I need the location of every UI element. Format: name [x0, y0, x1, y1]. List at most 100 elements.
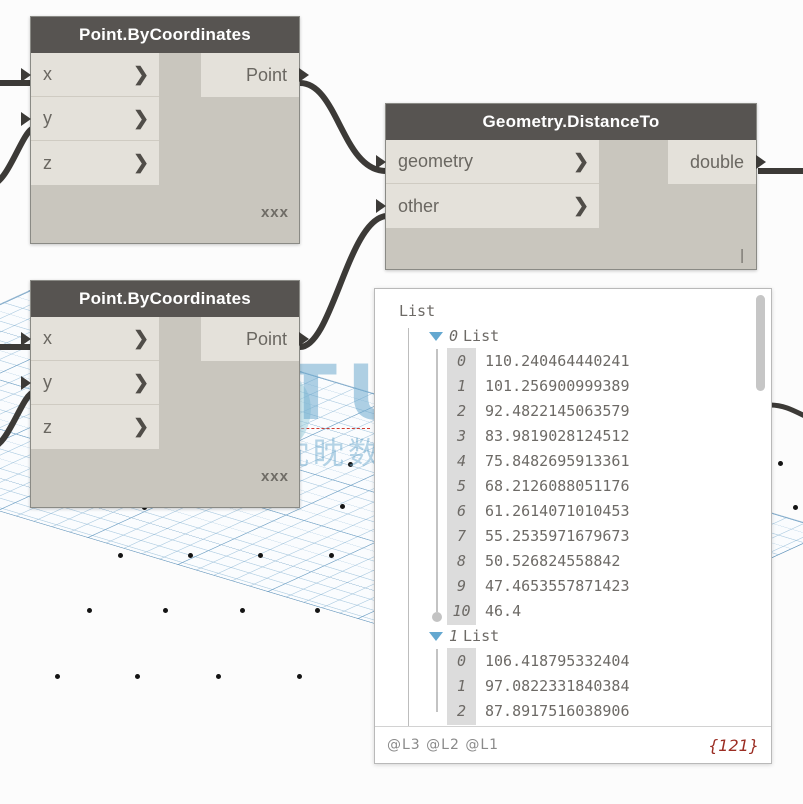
- list-item[interactable]: 3 83.9819028124512: [447, 423, 771, 450]
- list-item-index: 3: [447, 423, 476, 450]
- input-port-z[interactable]: z ❯: [31, 141, 159, 185]
- input-port-label: x: [43, 328, 52, 348]
- list-group-type: List: [463, 627, 500, 645]
- list-item[interactable]: 2 87.8917516038906: [447, 698, 771, 725]
- input-port-y[interactable]: y ❯: [21, 97, 159, 141]
- output-port-label: double: [689, 151, 744, 172]
- list-group-index: 1: [449, 627, 459, 645]
- list-item[interactable]: 2 92.4822145063579: [447, 398, 771, 425]
- geometry-point: [188, 553, 193, 558]
- input-port-geometry[interactable]: geometry ❯: [376, 140, 599, 184]
- list-group-index: 0: [449, 327, 459, 345]
- output-port-point[interactable]: Point: [201, 53, 309, 97]
- node-overflow-menu[interactable]: xxx: [261, 204, 289, 221]
- chevron-right-icon[interactable]: ❯: [133, 327, 149, 350]
- input-port-x[interactable]: x ❯: [21, 317, 159, 361]
- node-resize-handle[interactable]: |: [740, 247, 744, 264]
- node-title: Point.ByCoordinates: [31, 17, 299, 53]
- list-item-value: 47.4653557871423: [485, 577, 630, 595]
- list-item[interactable]: 1 97.0822331840384: [447, 673, 771, 700]
- list-count-badge: {121}: [708, 735, 759, 755]
- output-port-point[interactable]: Point: [201, 317, 309, 361]
- list-item[interactable]: 4 75.8482695913361: [447, 448, 771, 475]
- node-point-bycoordinates-2[interactable]: Point.ByCoordinates Point x ❯ y ❯ z ❯ xx…: [21, 280, 309, 508]
- list-item-value: 92.4822145063579: [485, 402, 630, 420]
- list-item-index: 9: [447, 573, 476, 600]
- geometry-point: [340, 504, 345, 509]
- node-geometry-distanceto[interactable]: Geometry.DistanceTo double geometry ❯ ot…: [376, 103, 766, 270]
- geometry-point: [348, 462, 353, 467]
- geometry-point: [55, 674, 60, 679]
- input-connector-nub[interactable]: [376, 199, 386, 213]
- chevron-right-icon[interactable]: ❯: [573, 150, 589, 173]
- list-group-header[interactable]: 1 List: [429, 624, 771, 649]
- node-body: double geometry ❯ other ❯ |: [376, 140, 766, 268]
- list-item-index: 0: [447, 348, 476, 375]
- list-levels-label[interactable]: @L3 @L2 @L1: [387, 737, 499, 753]
- list-item-index: 1: [447, 373, 476, 400]
- input-port-x[interactable]: x ❯: [21, 53, 159, 97]
- output-port-label: Point: [245, 64, 287, 85]
- output-connector-nub[interactable]: [299, 68, 309, 82]
- list-item[interactable]: 7 55.2535971679673: [447, 523, 771, 550]
- list-item-value: 97.0822331840384: [485, 677, 630, 695]
- geometry-point: [216, 674, 221, 679]
- node-overflow-menu[interactable]: xxx: [261, 468, 289, 485]
- list-group-type: List: [463, 327, 500, 345]
- node-footer: xxx: [31, 185, 299, 225]
- list-item-index: 10: [447, 598, 476, 625]
- triangle-down-icon[interactable]: [429, 332, 443, 341]
- input-connector-nub[interactable]: [21, 375, 31, 390]
- input-connector-nub[interactable]: [21, 67, 31, 82]
- list-item[interactable]: 0 106.418795332404: [447, 648, 771, 675]
- list-item-value: 101.256900999389: [485, 377, 630, 395]
- input-port-label: y: [43, 372, 52, 392]
- list-item-value: 83.9819028124512: [485, 427, 630, 445]
- list-item[interactable]: 5 68.2126088051176: [447, 473, 771, 500]
- geometry-point: [315, 608, 320, 613]
- list-preview-panel[interactable]: List 0 List 0 110.240464440241 1 101.25690…: [374, 288, 772, 764]
- list-item-index: 8: [447, 548, 476, 575]
- list-item[interactable]: 1 101.256900999389: [447, 373, 771, 400]
- list-item-index: 1: [447, 673, 476, 700]
- input-port-other[interactable]: other ❯: [376, 184, 599, 228]
- list-preview-body[interactable]: List 0 List 0 110.240464440241 1 101.25690…: [375, 289, 771, 726]
- geometry-point: [778, 461, 783, 466]
- list-item[interactable]: 10 46.4: [447, 598, 771, 625]
- list-group-header[interactable]: 0 List: [429, 324, 771, 349]
- chevron-right-icon[interactable]: ❯: [133, 63, 149, 86]
- chevron-right-icon[interactable]: ❯: [573, 195, 589, 218]
- input-connector-nub[interactable]: [21, 331, 31, 346]
- list-item-index: 2: [447, 698, 476, 725]
- list-item-value: 87.8917516038906: [485, 702, 630, 720]
- input-port-label: z: [43, 416, 52, 437]
- output-connector-nub[interactable]: [756, 155, 766, 169]
- list-item-value: 46.4: [485, 602, 522, 620]
- list-item[interactable]: 0 110.240464440241: [447, 348, 771, 375]
- list-root-label: List: [399, 302, 436, 320]
- chevron-right-icon[interactable]: ❯: [133, 107, 149, 130]
- chevron-right-icon[interactable]: ❯: [133, 152, 149, 175]
- node-point-bycoordinates-1[interactable]: Point.ByCoordinates Point x ❯ y ❯ z ❯ xx…: [21, 16, 309, 244]
- geometry-point: [329, 553, 334, 558]
- input-connector-nub[interactable]: [376, 154, 386, 169]
- input-connector-nub[interactable]: [21, 111, 31, 126]
- input-port-z[interactable]: z ❯: [31, 405, 159, 449]
- chevron-right-icon[interactable]: ❯: [133, 371, 149, 394]
- triangle-down-icon[interactable]: [429, 632, 443, 641]
- input-port-label: z: [43, 152, 52, 173]
- chevron-right-icon[interactable]: ❯: [133, 416, 149, 439]
- list-item-value: 55.2535971679673: [485, 527, 630, 545]
- geometry-point: [297, 674, 302, 679]
- output-port-double[interactable]: double: [668, 140, 766, 184]
- output-connector-nub[interactable]: [299, 332, 309, 346]
- list-item[interactable]: 6 61.2614071010453: [447, 498, 771, 525]
- input-port-y[interactable]: y ❯: [21, 361, 159, 405]
- list-item-value: 106.418795332404: [485, 652, 630, 670]
- list-item[interactable]: 8 50.526824558842: [447, 548, 771, 575]
- list-footer: @L3 @L2 @L1 {121}: [375, 726, 771, 763]
- list-item-index: 4: [447, 448, 476, 475]
- graph-canvas[interactable]: UITUISOFT 眈眈数字网 Point.ByCoordinates Poin…: [0, 0, 803, 804]
- list-item[interactable]: 9 47.4653557871423: [447, 573, 771, 600]
- list-item-value: 50.526824558842: [485, 552, 621, 570]
